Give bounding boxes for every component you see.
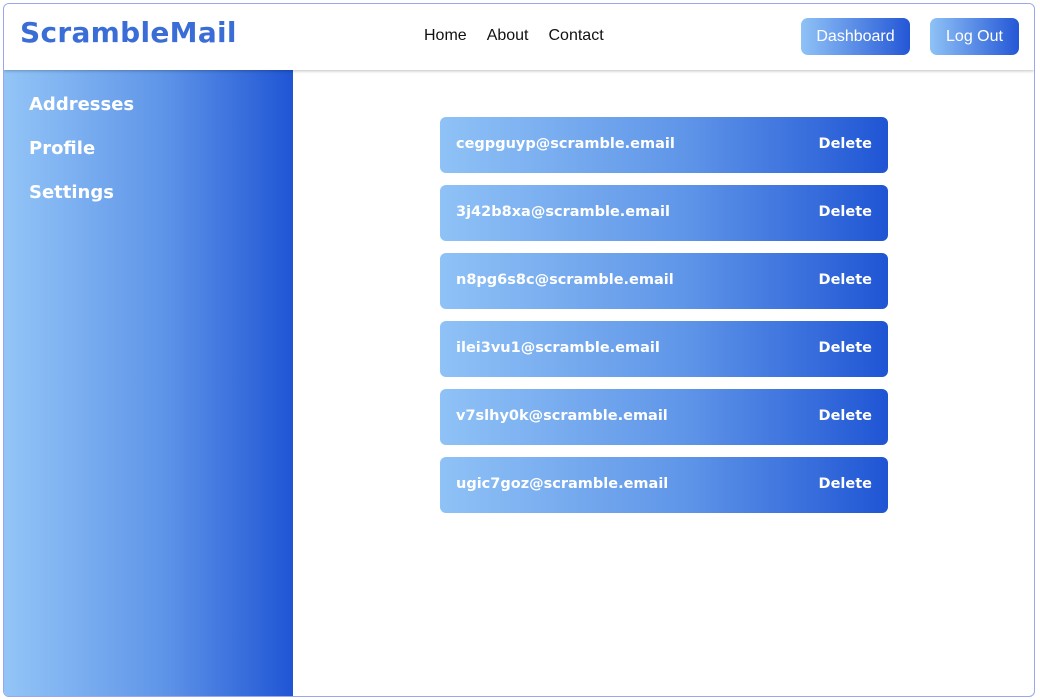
main-nav: Home About Contact <box>424 27 604 45</box>
delete-address-button[interactable]: Delete <box>819 136 872 152</box>
address-row: ugic7goz@scramble.email Delete <box>440 457 888 513</box>
top-navbar: ScrambleMail Home About Contact Dashboar… <box>4 4 1034 70</box>
address-list: cegpguyp@scramble.email Delete 3j42b8xa@… <box>440 117 888 525</box>
nav-link-about[interactable]: About <box>487 27 529 45</box>
sidebar: Addresses Profile Settings <box>4 70 293 696</box>
dashboard-button[interactable]: Dashboard <box>801 18 910 55</box>
address-email: n8pg6s8c@scramble.email <box>456 272 674 288</box>
nav-link-contact[interactable]: Contact <box>549 27 604 45</box>
address-row: v7slhy0k@scramble.email Delete <box>440 389 888 445</box>
address-email: v7slhy0k@scramble.email <box>456 408 668 424</box>
address-row: ilei3vu1@scramble.email Delete <box>440 321 888 377</box>
app-window: ScrambleMail Home About Contact Dashboar… <box>3 3 1035 697</box>
delete-address-button[interactable]: Delete <box>819 476 872 492</box>
logout-button[interactable]: Log Out <box>930 18 1019 55</box>
brand-logo[interactable]: ScrambleMail <box>20 16 237 49</box>
sidebar-item-settings[interactable]: Settings <box>29 182 114 203</box>
delete-address-button[interactable]: Delete <box>819 272 872 288</box>
address-email: 3j42b8xa@scramble.email <box>456 204 670 220</box>
sidebar-item-profile[interactable]: Profile <box>29 138 95 159</box>
address-email: ugic7goz@scramble.email <box>456 476 669 492</box>
delete-address-button[interactable]: Delete <box>819 204 872 220</box>
nav-link-home[interactable]: Home <box>424 27 467 45</box>
sidebar-item-addresses[interactable]: Addresses <box>29 94 134 115</box>
address-row: 3j42b8xa@scramble.email Delete <box>440 185 888 241</box>
address-row: cegpguyp@scramble.email Delete <box>440 117 888 173</box>
delete-address-button[interactable]: Delete <box>819 340 872 356</box>
address-email: cegpguyp@scramble.email <box>456 136 675 152</box>
address-row: n8pg6s8c@scramble.email Delete <box>440 253 888 309</box>
delete-address-button[interactable]: Delete <box>819 408 872 424</box>
address-email: ilei3vu1@scramble.email <box>456 340 660 356</box>
